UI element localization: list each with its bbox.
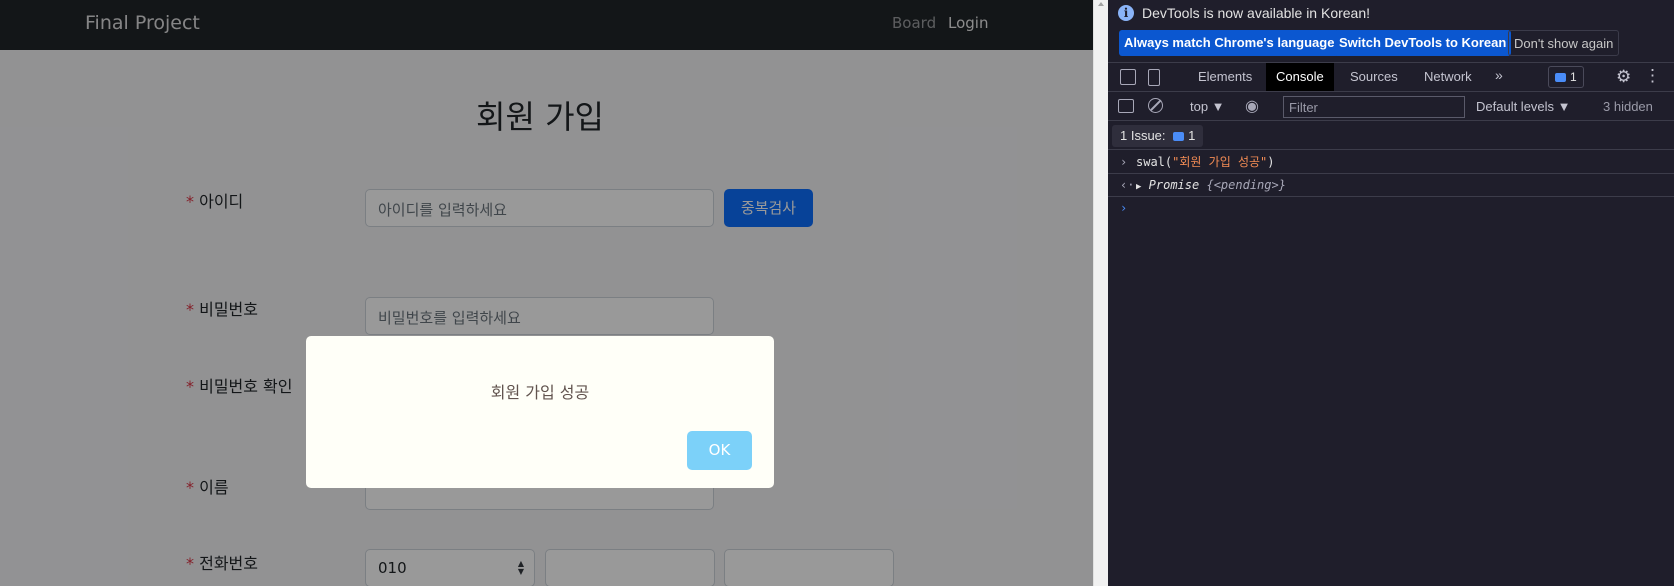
infobar-message: DevTools is now available in Korean! (1142, 5, 1371, 21)
command-close: ) (1267, 155, 1275, 169)
issues-link-count: 1 (1188, 128, 1196, 143)
command-chevron-icon: › (1120, 155, 1128, 169)
tab-console[interactable]: Console (1266, 63, 1334, 91)
console-toolbar: top ▼ ◉ Filter Default levels ▼ 3 hidden (1108, 93, 1674, 121)
language-infobar: i DevTools is now available in Korean! A… (1108, 0, 1674, 60)
settings-gear-icon[interactable]: ⚙ (1616, 67, 1631, 87)
show-sidebar-icon[interactable] (1118, 99, 1134, 113)
console-output: › swal("회원 가입 성공") ‹· ▶ Promise {<pendin… (1108, 151, 1674, 220)
modal-overlay[interactable] (0, 0, 1093, 586)
inspect-element-icon[interactable] (1120, 69, 1136, 85)
command-argument: "회원 가입 성공" (1172, 155, 1268, 169)
console-filter-input[interactable]: Filter (1283, 96, 1465, 118)
page-scrollbar[interactable] (1093, 0, 1108, 586)
issues-badge[interactable]: 1 (1548, 66, 1584, 88)
context-selector[interactable]: top ▼ (1190, 99, 1225, 114)
expand-triangle-icon[interactable]: ▶ (1136, 182, 1141, 192)
input-prompt-icon: › (1120, 201, 1128, 215)
console-input-line[interactable]: › (1108, 197, 1674, 220)
issues-badge-count: 1 (1570, 70, 1577, 84)
tab-network[interactable]: Network (1414, 63, 1482, 91)
more-tabs-icon[interactable]: » (1495, 67, 1503, 83)
console-command-line: › swal("회원 가입 성공") (1108, 151, 1674, 174)
console-command: swal("회원 가입 성공") (1136, 151, 1275, 174)
tab-sources[interactable]: Sources (1340, 63, 1408, 91)
alert-modal: 회원 가입 성공 OK (306, 336, 774, 488)
modal-message: 회원 가입 성공 (490, 383, 590, 402)
always-match-language-button[interactable]: Always match Chrome's language (1119, 30, 1340, 56)
console-result[interactable]: ▶ Promise {<pending>} (1136, 174, 1286, 199)
result-state: {<pending>} (1206, 178, 1286, 192)
ok-button[interactable]: OK (687, 431, 752, 470)
devtools-tabbar: Elements Console Sources Network » 1 ⚙ ⋮ (1108, 62, 1674, 92)
issue-bar: 1 Issue: 1 (1108, 122, 1674, 150)
web-page: Final Project Board Login 회원 가입 * 아이디 아이… (0, 0, 1093, 586)
live-expression-eye-icon[interactable]: ◉ (1245, 96, 1259, 116)
scroll-up-icon[interactable] (1098, 2, 1104, 6)
devtools-panel: i DevTools is now available in Korean! A… (1108, 0, 1674, 586)
switch-to-korean-button[interactable]: Switch DevTools to Korean (1334, 30, 1512, 56)
issues-link[interactable]: 1 Issue: 1 (1112, 125, 1204, 147)
result-arrow-icon: ‹· (1120, 178, 1135, 192)
command-function: swal( (1136, 155, 1173, 169)
result-label: Promise (1148, 178, 1200, 192)
dont-show-again-button[interactable]: Don't show again (1508, 30, 1620, 56)
log-levels-dropdown[interactable]: Default levels ▼ (1476, 99, 1571, 114)
issues-icon (1555, 73, 1566, 82)
clear-console-icon[interactable] (1148, 98, 1163, 113)
issues-icon (1173, 132, 1185, 141)
tab-elements[interactable]: Elements (1188, 63, 1262, 91)
hidden-messages-count: 3 hidden (1603, 99, 1653, 114)
console-result-line: ‹· ▶ Promise {<pending>} (1108, 174, 1674, 197)
issues-link-label: 1 Issue: (1120, 128, 1166, 143)
info-icon: i (1118, 5, 1134, 21)
device-toolbar-icon[interactable] (1148, 69, 1160, 86)
more-options-icon[interactable]: ⋮ (1644, 66, 1661, 86)
